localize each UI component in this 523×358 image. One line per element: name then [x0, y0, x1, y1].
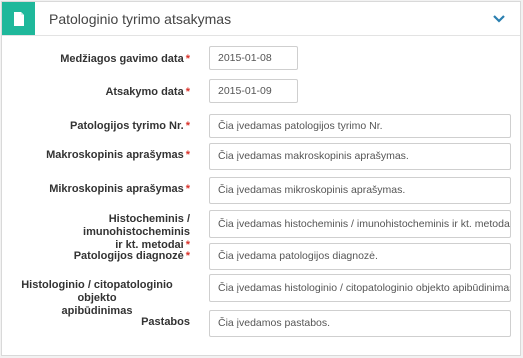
document-icon — [2, 2, 35, 35]
received-date-input[interactable]: 2015-01-08 — [209, 46, 298, 70]
form-row-histochemical: Histocheminis / imunohistocheminis ir kt.… — [2, 210, 520, 251]
form-row-pathology-number: Patologijos tyrimo Nr. * Čia įvedamas pat… — [2, 114, 520, 140]
response-date-input[interactable]: 2015-01-09 — [209, 79, 298, 103]
form-row-object-description: Histologinio / citopatologinio objekto ap… — [2, 274, 520, 317]
field-label: Makroskopinis aprašymas * — [46, 149, 190, 161]
pathology-number-input[interactable]: Čia įvedamas patologijos tyrimo Nr. — [209, 114, 511, 138]
form-row-response-date: Atsakymo data * 2015-01-09 — [2, 79, 520, 105]
field-label: Patologijos tyrimo Nr. * — [70, 120, 190, 132]
chevron-down-icon[interactable] — [491, 11, 507, 27]
field-label: Atsakymo data * — [105, 86, 190, 98]
form-row-notes: Pastabos Čia įvedamos pastabos. — [2, 310, 520, 338]
field-label: Medžiagos gavimo data * — [60, 53, 190, 65]
field-label: Pastabos — [141, 316, 190, 328]
field-label: Mikroskopinis aprašymas * — [49, 183, 190, 195]
histochemical-methods-input[interactable]: Čia įvedamas histocheminis / imunohistoc… — [209, 210, 511, 238]
pathology-response-panel: Patologinio tyrimo atsakymas Medžiagos g… — [1, 1, 521, 356]
pathology-diagnosis-input[interactable]: Čia įvedama patologijos diagnozė. — [209, 243, 511, 270]
field-label: Patologijos diagnozė * — [73, 250, 190, 262]
object-description-input[interactable]: Čia įvedamas histologinio / citopatologi… — [209, 274, 511, 302]
panel-title: Patologinio tyrimo atsakymas — [49, 11, 232, 27]
form-row-diagnosis: Patologijos diagnozė * Čia įvedama patolo… — [2, 243, 520, 271]
microscopic-description-input[interactable]: Čia įvedamas mikroskopinis aprašymas. — [209, 177, 511, 204]
notes-input[interactable]: Čia įvedamos pastabos. — [209, 310, 511, 337]
form-row-microscopic: Mikroskopinis aprašymas * Čia įvedamas mi… — [2, 177, 520, 205]
form-row-macroscopic: Makroskopinis aprašymas * Čia įvedamas ma… — [2, 143, 520, 171]
panel-header[interactable]: Patologinio tyrimo atsakymas — [2, 2, 520, 36]
macroscopic-description-input[interactable]: Čia įvedamas makroskopinis aprašymas. — [209, 143, 511, 170]
form-row-received-date: Medžiagos gavimo data * 2015-01-08 — [2, 46, 520, 72]
